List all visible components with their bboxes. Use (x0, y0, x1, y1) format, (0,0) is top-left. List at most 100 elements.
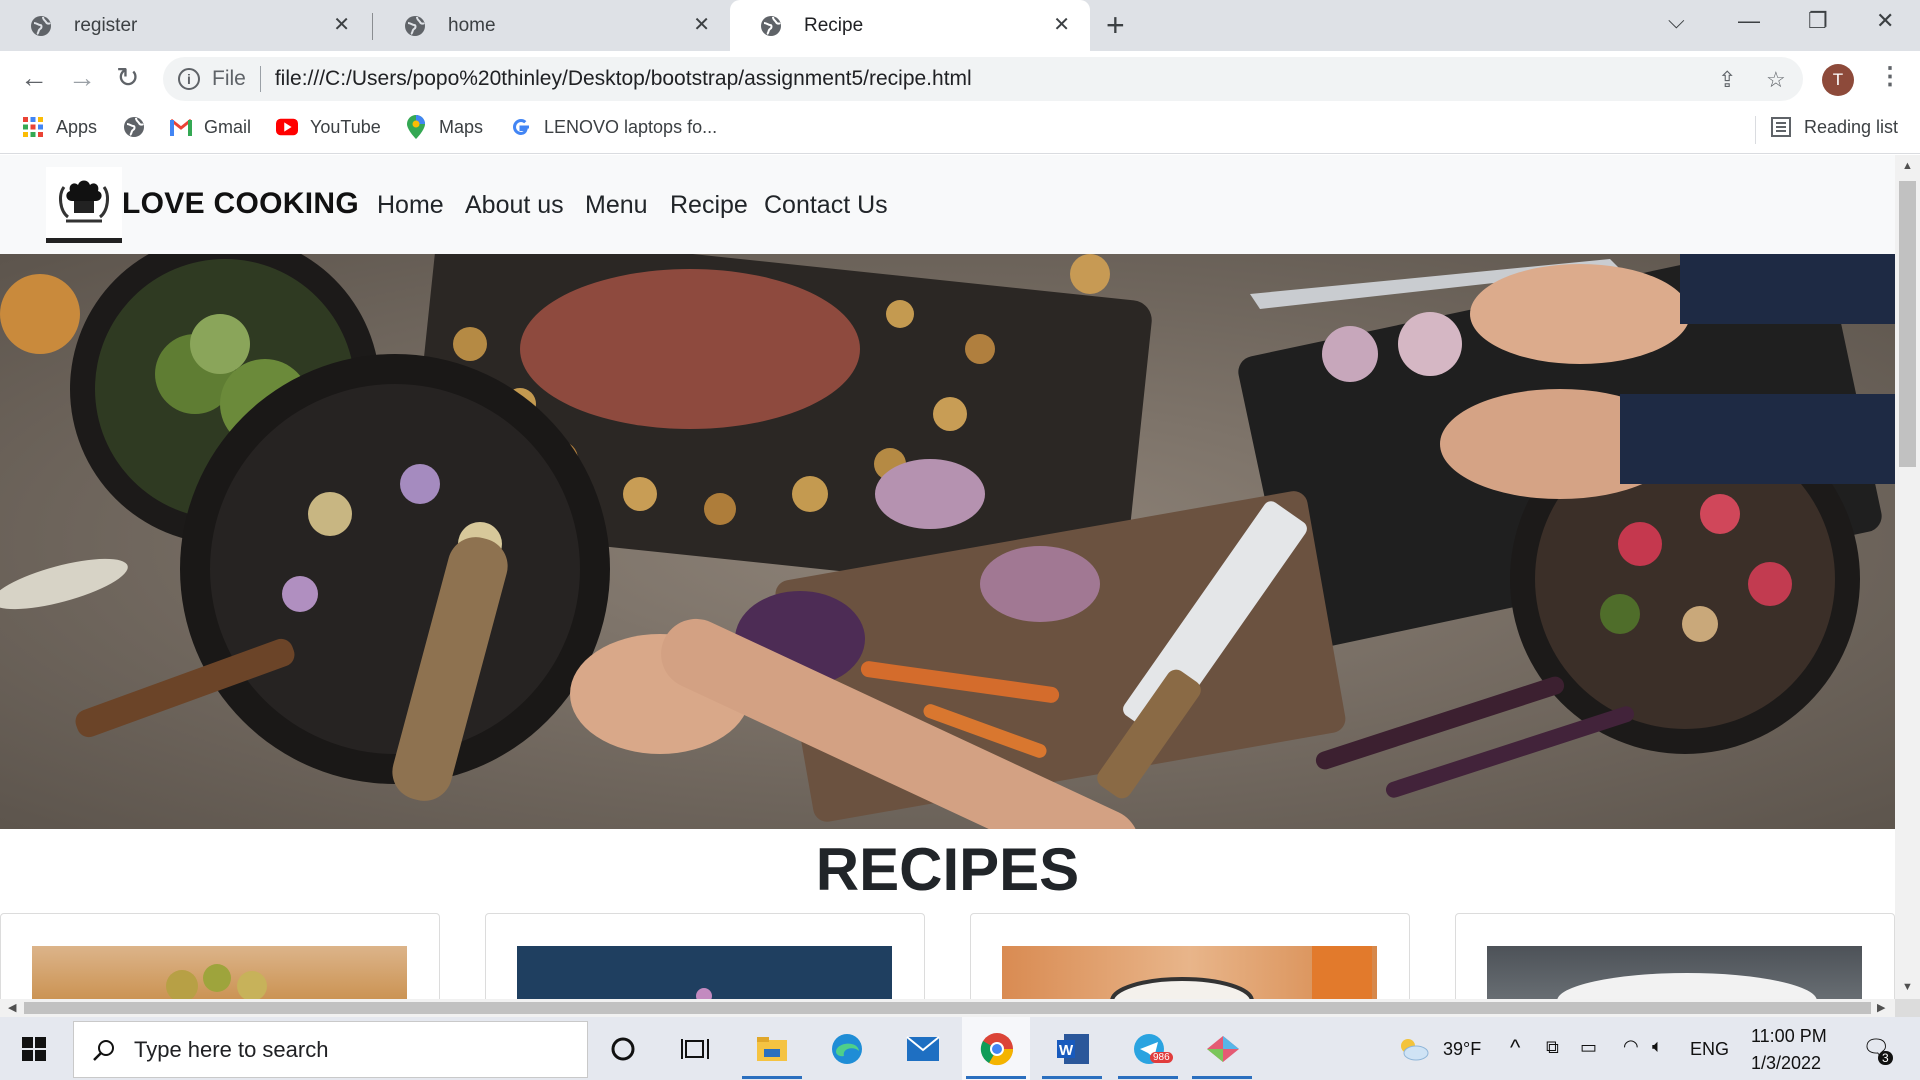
scheme-label: File (212, 67, 246, 90)
reading-list-label: Reading list (1804, 116, 1899, 137)
bookmark-globe[interactable] (123, 116, 157, 138)
nav-about-us[interactable]: About us (465, 191, 564, 220)
bookmark-label: Apps (56, 116, 98, 137)
word-icon[interactable]: W (1050, 1026, 1096, 1072)
meet-now-icon[interactable]: ⧉ (1546, 1037, 1559, 1058)
scrollbar-corner (1895, 999, 1920, 1017)
weather-temperature[interactable]: 39°F (1443, 1039, 1481, 1060)
bookmark-maps[interactable]: Maps (405, 115, 484, 139)
volume-icon[interactable]: 🔈︎ (1652, 1036, 1663, 1057)
globe-icon (30, 15, 52, 37)
forward-arrow-icon[interactable]: → (68, 63, 96, 93)
chef-hat-logo-icon[interactable] (46, 167, 122, 243)
scroll-up-arrow-icon[interactable]: ▲ (1902, 160, 1913, 172)
close-tab-icon[interactable]: ✕ (1053, 14, 1070, 36)
close-tab-icon[interactable]: ✕ (693, 14, 710, 36)
weather-cloud-icon[interactable] (1390, 1026, 1436, 1072)
taskbar-search-box[interactable]: Type here to search (73, 1021, 588, 1078)
address-divider (259, 66, 261, 92)
clock-date[interactable]: 1/3/2022 (1751, 1053, 1821, 1074)
windows-start-icon[interactable] (22, 1037, 46, 1061)
tab-register[interactable]: register ✕ (0, 0, 370, 51)
bookmark-gmail[interactable]: Gmail (170, 116, 251, 138)
globe-icon (404, 15, 426, 37)
bookmark-label: LENOVO laptops fo... (544, 116, 718, 137)
telegram-icon[interactable]: 986 (1126, 1026, 1173, 1072)
task-view-icon[interactable] (672, 1026, 718, 1072)
bookmark-star-icon[interactable]: ☆ (1766, 67, 1786, 93)
reading-list-button[interactable]: Reading list (1770, 116, 1898, 138)
minimize-icon[interactable]: — (1738, 8, 1760, 34)
vertical-scrollbar[interactable]: ▲ ▼ (1895, 155, 1920, 999)
wifi-icon[interactable]: ◠ (1623, 1036, 1639, 1057)
recipe-card[interactable] (485, 913, 925, 999)
snip-app-icon[interactable] (1200, 1026, 1246, 1072)
bookmark-separator (1755, 116, 1756, 144)
recipe-card[interactable] (970, 913, 1410, 999)
youtube-icon (276, 116, 298, 138)
tab-recipe[interactable]: Recipe ✕ (730, 0, 1090, 51)
search-placeholder: Type here to search (134, 1036, 329, 1062)
back-arrow-icon[interactable]: ← (20, 63, 48, 93)
clock-time[interactable]: 11:00 PM (1751, 1026, 1827, 1047)
hero-cooking-image (0, 254, 1895, 829)
nav-home[interactable]: Home (377, 191, 444, 220)
browser-toolbar: ← → ↻ i File file:///C:/Users/popo%20thi… (0, 51, 1920, 106)
word-running-indicator (1042, 1076, 1102, 1079)
info-icon[interactable]: i (178, 68, 200, 90)
edge-browser-icon[interactable] (824, 1026, 870, 1072)
telegram-badge: 986 (1150, 1052, 1173, 1063)
vertical-scroll-thumb[interactable] (1899, 181, 1916, 467)
search-icon (93, 1039, 114, 1061)
globe-icon (123, 116, 145, 138)
recipe-card[interactable] (0, 913, 440, 999)
close-tab-icon[interactable]: ✕ (333, 14, 350, 36)
page-viewport: LOVE COOKING Home About us Menu Recipe C… (0, 155, 1895, 999)
reload-icon[interactable]: ↻ (116, 63, 139, 93)
gmail-icon (170, 116, 192, 138)
maps-pin-icon (405, 115, 427, 139)
scroll-down-arrow-icon[interactable]: ▼ (1902, 981, 1913, 993)
recipe-card-image (32, 946, 407, 999)
site-brand[interactable]: LOVE COOKING (122, 187, 359, 221)
tab-title: Recipe (804, 14, 864, 36)
address-bar[interactable]: i File file:///C:/Users/popo%20thinley/D… (163, 57, 1803, 101)
cortana-icon[interactable] (600, 1026, 646, 1072)
file-explorer-icon[interactable] (749, 1026, 795, 1072)
horizontal-scrollbar[interactable]: ◀ ▶ (0, 999, 1895, 1017)
battery-icon[interactable]: ▭ (1580, 1037, 1597, 1058)
profile-avatar[interactable]: T (1822, 64, 1854, 96)
chrome-icon[interactable] (974, 1026, 1020, 1072)
bookmark-youtube[interactable]: YouTube (276, 116, 381, 138)
menu-kebab-icon[interactable]: ⋮ (1878, 63, 1902, 91)
url-text[interactable]: file:///C:/Users/popo%20thinley/Desktop/… (275, 67, 972, 91)
scroll-left-arrow-icon[interactable]: ◀ (8, 1001, 16, 1014)
nav-recipe[interactable]: Recipe (670, 191, 748, 220)
tab-search-chevron-icon[interactable]: ⌵ (1668, 8, 1685, 34)
scroll-right-arrow-icon[interactable]: ▶ (1877, 1001, 1885, 1014)
bookmark-apps[interactable]: Apps (22, 116, 97, 138)
share-icon[interactable]: ⇪ (1718, 67, 1736, 93)
tab-home[interactable]: home ✕ (374, 0, 730, 51)
globe-icon (760, 15, 782, 37)
recipe-card-image (517, 946, 892, 999)
horizontal-scroll-thumb[interactable] (24, 1002, 1871, 1014)
section-title-recipes: RECIPES (815, 836, 1080, 903)
recipe-card-image (1487, 946, 1862, 999)
svg-text:W: W (1059, 1042, 1074, 1059)
bookmark-label: Gmail (204, 116, 252, 137)
new-tab-icon[interactable]: + (1106, 9, 1125, 41)
language-indicator[interactable]: ENG (1690, 1039, 1729, 1060)
nav-menu[interactable]: Menu (585, 191, 648, 220)
mail-icon[interactable] (900, 1026, 946, 1072)
close-window-icon[interactable]: ✕ (1876, 8, 1894, 34)
apps-grid-icon (22, 116, 44, 138)
google-g-icon (510, 116, 532, 138)
bookmark-label: Maps (439, 116, 484, 137)
bookmark-lenovo[interactable]: LENOVO laptops fo... (510, 116, 717, 138)
restore-icon[interactable]: ❐ (1808, 8, 1828, 34)
bookmarks-bar: Apps Gmail YouTube Maps LENOVO laptops f… (0, 106, 1920, 154)
recipe-card[interactable] (1455, 913, 1895, 999)
nav-contact-us[interactable]: Contact Us (764, 191, 888, 220)
chevron-up-icon[interactable]: ^ (1510, 1035, 1520, 1061)
